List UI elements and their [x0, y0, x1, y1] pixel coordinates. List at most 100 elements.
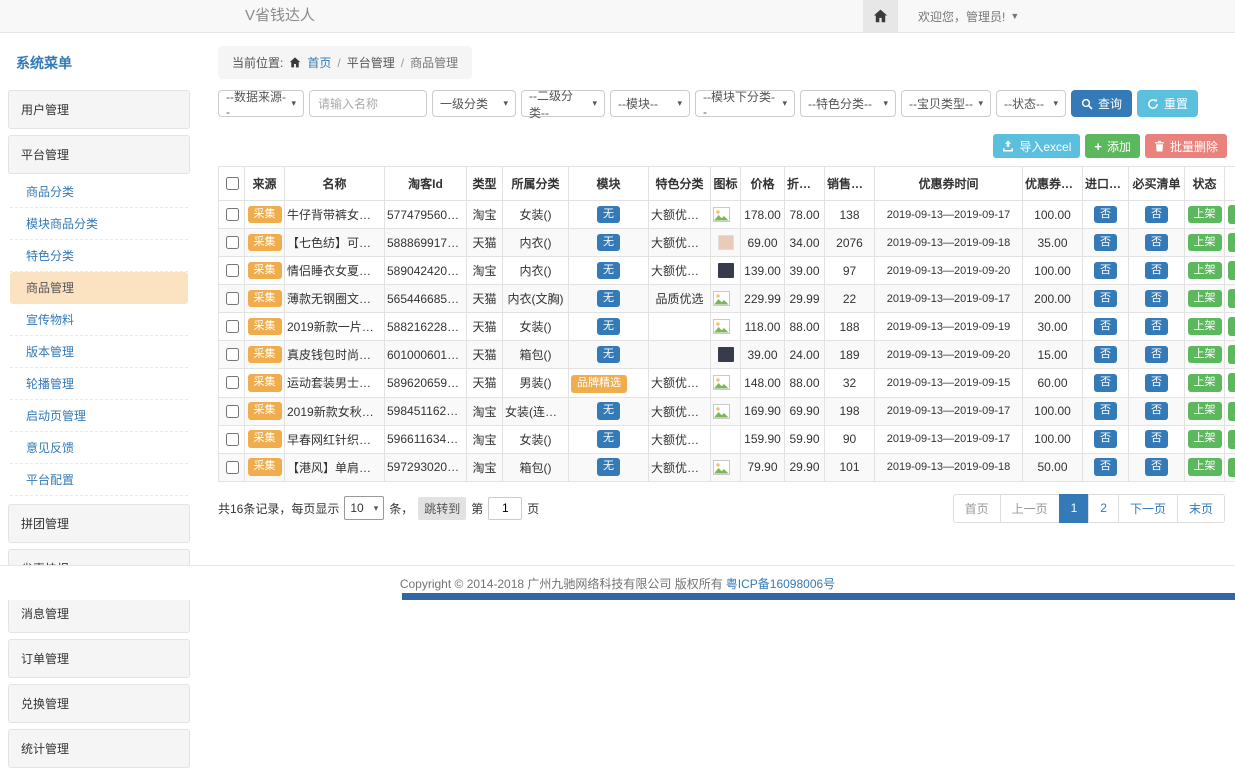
jump-page-input[interactable]: [488, 497, 522, 520]
import-select-toggle[interactable]: 否: [1094, 430, 1117, 448]
row-checkbox[interactable]: [226, 208, 239, 221]
import-excel-button[interactable]: 导入excel: [993, 134, 1080, 158]
page-button-2[interactable]: 2: [1088, 494, 1119, 523]
must-buy-toggle[interactable]: 否: [1145, 206, 1168, 224]
module-cell: 无: [569, 397, 649, 425]
import-select-toggle[interactable]: 否: [1094, 234, 1117, 252]
query-button[interactable]: 查询: [1071, 90, 1132, 117]
must-buy-toggle[interactable]: 否: [1145, 262, 1168, 280]
import-select-toggle[interactable]: 否: [1094, 402, 1117, 420]
import-select-toggle[interactable]: 否: [1094, 262, 1117, 280]
must-buy-toggle[interactable]: 否: [1145, 458, 1168, 476]
status-badge[interactable]: 上架: [1188, 206, 1222, 224]
must-buy-toggle[interactable]: 否: [1145, 318, 1168, 336]
filter-select-2[interactable]: 一级分类▾: [432, 90, 516, 117]
row-checkbox[interactable]: [226, 264, 239, 277]
sidebar-group-7[interactable]: 兑换管理: [8, 684, 190, 723]
status-badge[interactable]: 上架: [1188, 402, 1222, 420]
edit-button[interactable]: [1228, 345, 1235, 364]
page-button-下一页[interactable]: 下一页: [1118, 494, 1178, 523]
must-buy-toggle[interactable]: 否: [1145, 290, 1168, 308]
status-badge[interactable]: 上架: [1188, 458, 1222, 476]
edit-button[interactable]: [1228, 289, 1235, 308]
import-select-toggle[interactable]: 否: [1094, 206, 1117, 224]
row-checkbox[interactable]: [226, 348, 239, 361]
row-checkbox[interactable]: [226, 405, 239, 418]
import-select-toggle[interactable]: 否: [1094, 374, 1117, 392]
sidebar-item[interactable]: 模块商品分类: [10, 208, 188, 240]
row-checkbox[interactable]: [226, 433, 239, 446]
edit-button[interactable]: [1228, 205, 1235, 224]
select-all-checkbox[interactable]: [226, 177, 239, 190]
must-buy-toggle[interactable]: 否: [1145, 346, 1168, 364]
sidebar-item[interactable]: 意见反馈: [10, 432, 188, 464]
edit-button[interactable]: [1228, 317, 1235, 336]
row-checkbox[interactable]: [226, 292, 239, 305]
batch-delete-button[interactable]: 批量删除: [1145, 134, 1227, 158]
filter-select-3[interactable]: --二级分类--▾: [521, 90, 605, 117]
status-badge[interactable]: 上架: [1188, 290, 1222, 308]
status-badge[interactable]: 上架: [1188, 374, 1222, 392]
page-button-1[interactable]: 1: [1059, 494, 1090, 523]
import-select-toggle[interactable]: 否: [1094, 346, 1117, 364]
sidebar-item[interactable]: 商品分类: [10, 176, 188, 208]
page-button-首页[interactable]: 首页: [953, 494, 1001, 523]
sidebar-item[interactable]: 版本管理: [10, 336, 188, 368]
coupon-amount-cell: 200.00: [1023, 285, 1083, 313]
filter-select-6[interactable]: --特色分类--▾: [800, 90, 896, 117]
sidebar-item[interactable]: 宣传物料: [10, 304, 188, 336]
must-buy-toggle[interactable]: 否: [1145, 402, 1168, 420]
edit-button[interactable]: [1228, 402, 1235, 421]
query-label: 查询: [1098, 95, 1122, 112]
sidebar-item[interactable]: 商品管理: [10, 272, 188, 304]
row-checkbox[interactable]: [226, 236, 239, 249]
status-badge[interactable]: 上架: [1188, 234, 1222, 252]
name-search-input[interactable]: [309, 90, 427, 117]
home-button[interactable]: [863, 0, 898, 32]
coupon-time-cell: 2019-09-13—2019-09-19: [875, 313, 1023, 341]
page-button-上一页[interactable]: 上一页: [1000, 494, 1060, 523]
per-page-select[interactable]: 10 ▾: [344, 496, 384, 520]
must-buy-toggle[interactable]: 否: [1145, 234, 1168, 252]
must-buy-toggle[interactable]: 否: [1145, 374, 1168, 392]
user-menu[interactable]: 欢迎您，管理员! ▼: [918, 8, 1019, 25]
filter-select-5[interactable]: --模块下分类--▾: [695, 90, 795, 117]
sidebar-group-2[interactable]: 平台管理: [8, 135, 190, 174]
sidebar-item[interactable]: 启动页管理: [10, 400, 188, 432]
import-select-toggle[interactable]: 否: [1094, 458, 1117, 476]
sidebar-group-8[interactable]: 统计管理: [8, 729, 190, 768]
edit-button[interactable]: [1228, 373, 1235, 392]
type-cell: 淘宝: [467, 453, 503, 481]
row-checkbox[interactable]: [226, 376, 239, 389]
breadcrumb-home-link[interactable]: 首页: [307, 54, 331, 71]
pager: 首页上一页12下一页末页: [953, 494, 1225, 523]
filter-select-7[interactable]: --宝贝类型--▾: [901, 90, 991, 117]
import-select-toggle[interactable]: 否: [1094, 318, 1117, 336]
sidebar-group-6[interactable]: 订单管理: [8, 639, 190, 678]
edit-button[interactable]: [1228, 458, 1235, 477]
status-badge[interactable]: 上架: [1188, 346, 1222, 364]
sidebar-item[interactable]: 轮播管理: [10, 368, 188, 400]
row-checkbox[interactable]: [226, 320, 239, 333]
page-button-末页[interactable]: 末页: [1177, 494, 1225, 523]
sidebar-group-3[interactable]: 拼团管理: [8, 504, 190, 543]
icp-link[interactable]: 粤ICP备16098006号: [726, 575, 835, 592]
coupon-amount-cell: 100.00: [1023, 397, 1083, 425]
must-buy-toggle[interactable]: 否: [1145, 430, 1168, 448]
row-checkbox[interactable]: [226, 461, 239, 474]
status-badge[interactable]: 上架: [1188, 430, 1222, 448]
edit-button[interactable]: [1228, 430, 1235, 449]
filter-select-8[interactable]: --状态--▾: [996, 90, 1066, 117]
sidebar-group-1[interactable]: 用户管理: [8, 90, 190, 129]
sidebar-item[interactable]: 平台配置: [10, 464, 188, 496]
filter-select-4[interactable]: --模块--▾: [610, 90, 690, 117]
reset-button[interactable]: 重置: [1137, 90, 1198, 117]
status-badge[interactable]: 上架: [1188, 318, 1222, 336]
status-badge[interactable]: 上架: [1188, 262, 1222, 280]
edit-button[interactable]: [1228, 261, 1235, 280]
edit-button[interactable]: [1228, 233, 1235, 252]
import-select-toggle[interactable]: 否: [1094, 290, 1117, 308]
filter-select-1[interactable]: --数据来源--▾: [218, 90, 304, 117]
add-button[interactable]: + 添加: [1085, 134, 1140, 158]
sidebar-item[interactable]: 特色分类: [10, 240, 188, 272]
